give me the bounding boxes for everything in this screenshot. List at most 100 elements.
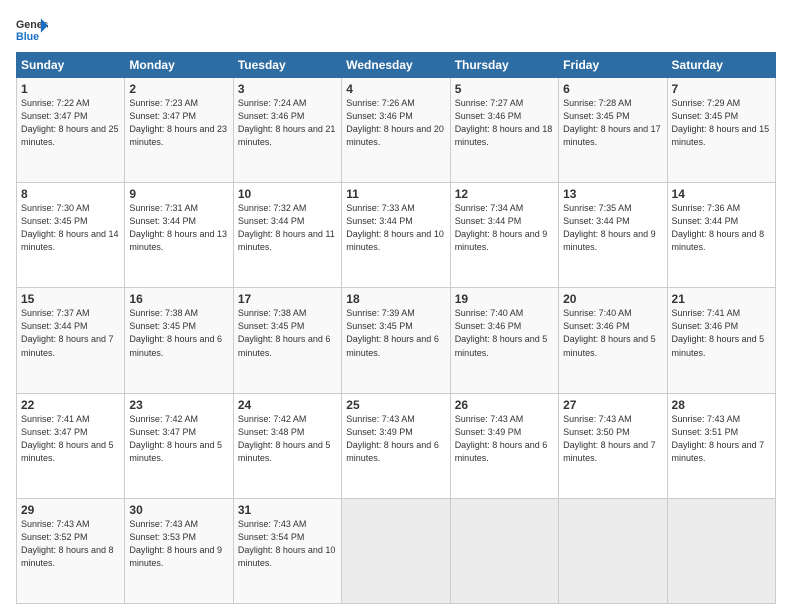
calendar-cell: 9Sunrise: 7:31 AMSunset: 3:44 PMDaylight… [125, 183, 233, 288]
svg-text:Blue: Blue [16, 31, 39, 43]
day-info: Sunrise: 7:29 AMSunset: 3:45 PMDaylight:… [672, 97, 771, 149]
calendar-header-row: SundayMondayTuesdayWednesdayThursdayFrid… [17, 53, 776, 78]
day-info: Sunrise: 7:31 AMSunset: 3:44 PMDaylight:… [129, 202, 228, 254]
day-info: Sunrise: 7:43 AMSunset: 3:49 PMDaylight:… [346, 413, 445, 465]
day-number: 29 [21, 503, 120, 517]
calendar-cell: 13Sunrise: 7:35 AMSunset: 3:44 PMDayligh… [559, 183, 667, 288]
calendar-week-5: 29Sunrise: 7:43 AMSunset: 3:52 PMDayligh… [17, 498, 776, 603]
day-info: Sunrise: 7:43 AMSunset: 3:54 PMDaylight:… [238, 518, 337, 570]
calendar-cell: 20Sunrise: 7:40 AMSunset: 3:46 PMDayligh… [559, 288, 667, 393]
day-number: 31 [238, 503, 337, 517]
day-number: 22 [21, 398, 120, 412]
day-number: 1 [21, 82, 120, 96]
calendar-cell: 26Sunrise: 7:43 AMSunset: 3:49 PMDayligh… [450, 393, 558, 498]
calendar-cell: 14Sunrise: 7:36 AMSunset: 3:44 PMDayligh… [667, 183, 775, 288]
day-info: Sunrise: 7:32 AMSunset: 3:44 PMDaylight:… [238, 202, 337, 254]
day-info: Sunrise: 7:43 AMSunset: 3:52 PMDaylight:… [21, 518, 120, 570]
logo-icon: General Blue [16, 16, 48, 44]
day-number: 27 [563, 398, 662, 412]
day-number: 20 [563, 292, 662, 306]
day-info: Sunrise: 7:35 AMSunset: 3:44 PMDaylight:… [563, 202, 662, 254]
day-number: 2 [129, 82, 228, 96]
day-info: Sunrise: 7:40 AMSunset: 3:46 PMDaylight:… [563, 307, 662, 359]
calendar-week-1: 1Sunrise: 7:22 AMSunset: 3:47 PMDaylight… [17, 78, 776, 183]
day-number: 11 [346, 187, 445, 201]
day-number: 19 [455, 292, 554, 306]
header-day-saturday: Saturday [667, 53, 775, 78]
day-info: Sunrise: 7:27 AMSunset: 3:46 PMDaylight:… [455, 97, 554, 149]
calendar-cell: 11Sunrise: 7:33 AMSunset: 3:44 PMDayligh… [342, 183, 450, 288]
day-number: 25 [346, 398, 445, 412]
day-number: 28 [672, 398, 771, 412]
calendar-table: SundayMondayTuesdayWednesdayThursdayFrid… [16, 52, 776, 604]
calendar-cell: 2Sunrise: 7:23 AMSunset: 3:47 PMDaylight… [125, 78, 233, 183]
calendar-cell: 27Sunrise: 7:43 AMSunset: 3:50 PMDayligh… [559, 393, 667, 498]
day-number: 6 [563, 82, 662, 96]
calendar-cell: 6Sunrise: 7:28 AMSunset: 3:45 PMDaylight… [559, 78, 667, 183]
calendar-cell: 31Sunrise: 7:43 AMSunset: 3:54 PMDayligh… [233, 498, 341, 603]
day-number: 3 [238, 82, 337, 96]
day-info: Sunrise: 7:42 AMSunset: 3:47 PMDaylight:… [129, 413, 228, 465]
day-number: 9 [129, 187, 228, 201]
day-info: Sunrise: 7:41 AMSunset: 3:46 PMDaylight:… [672, 307, 771, 359]
day-info: Sunrise: 7:39 AMSunset: 3:45 PMDaylight:… [346, 307, 445, 359]
calendar-cell: 16Sunrise: 7:38 AMSunset: 3:45 PMDayligh… [125, 288, 233, 393]
day-number: 26 [455, 398, 554, 412]
day-info: Sunrise: 7:26 AMSunset: 3:46 PMDaylight:… [346, 97, 445, 149]
header-day-sunday: Sunday [17, 53, 125, 78]
calendar-cell: 5Sunrise: 7:27 AMSunset: 3:46 PMDaylight… [450, 78, 558, 183]
header-day-thursday: Thursday [450, 53, 558, 78]
header-day-monday: Monday [125, 53, 233, 78]
calendar-cell: 18Sunrise: 7:39 AMSunset: 3:45 PMDayligh… [342, 288, 450, 393]
calendar-cell: 8Sunrise: 7:30 AMSunset: 3:45 PMDaylight… [17, 183, 125, 288]
calendar-cell: 10Sunrise: 7:32 AMSunset: 3:44 PMDayligh… [233, 183, 341, 288]
calendar-cell: 7Sunrise: 7:29 AMSunset: 3:45 PMDaylight… [667, 78, 775, 183]
day-number: 21 [672, 292, 771, 306]
day-number: 10 [238, 187, 337, 201]
day-number: 13 [563, 187, 662, 201]
day-number: 4 [346, 82, 445, 96]
calendar-cell [450, 498, 558, 603]
page: General Blue SundayMondayTuesdayWednesda… [0, 0, 792, 612]
header-day-friday: Friday [559, 53, 667, 78]
day-number: 7 [672, 82, 771, 96]
calendar-cell: 21Sunrise: 7:41 AMSunset: 3:46 PMDayligh… [667, 288, 775, 393]
day-number: 18 [346, 292, 445, 306]
calendar-week-3: 15Sunrise: 7:37 AMSunset: 3:44 PMDayligh… [17, 288, 776, 393]
calendar-cell: 28Sunrise: 7:43 AMSunset: 3:51 PMDayligh… [667, 393, 775, 498]
calendar-cell [342, 498, 450, 603]
day-info: Sunrise: 7:34 AMSunset: 3:44 PMDaylight:… [455, 202, 554, 254]
day-info: Sunrise: 7:37 AMSunset: 3:44 PMDaylight:… [21, 307, 120, 359]
calendar-cell: 30Sunrise: 7:43 AMSunset: 3:53 PMDayligh… [125, 498, 233, 603]
day-info: Sunrise: 7:23 AMSunset: 3:47 PMDaylight:… [129, 97, 228, 149]
day-info: Sunrise: 7:36 AMSunset: 3:44 PMDaylight:… [672, 202, 771, 254]
header-day-wednesday: Wednesday [342, 53, 450, 78]
day-number: 24 [238, 398, 337, 412]
day-info: Sunrise: 7:33 AMSunset: 3:44 PMDaylight:… [346, 202, 445, 254]
calendar-cell: 25Sunrise: 7:43 AMSunset: 3:49 PMDayligh… [342, 393, 450, 498]
day-number: 14 [672, 187, 771, 201]
calendar-cell: 23Sunrise: 7:42 AMSunset: 3:47 PMDayligh… [125, 393, 233, 498]
calendar-cell: 15Sunrise: 7:37 AMSunset: 3:44 PMDayligh… [17, 288, 125, 393]
calendar-cell: 1Sunrise: 7:22 AMSunset: 3:47 PMDaylight… [17, 78, 125, 183]
day-info: Sunrise: 7:24 AMSunset: 3:46 PMDaylight:… [238, 97, 337, 149]
day-info: Sunrise: 7:38 AMSunset: 3:45 PMDaylight:… [238, 307, 337, 359]
logo: General Blue [16, 16, 48, 44]
day-number: 8 [21, 187, 120, 201]
header-day-tuesday: Tuesday [233, 53, 341, 78]
day-number: 17 [238, 292, 337, 306]
calendar-cell: 12Sunrise: 7:34 AMSunset: 3:44 PMDayligh… [450, 183, 558, 288]
calendar-cell: 3Sunrise: 7:24 AMSunset: 3:46 PMDaylight… [233, 78, 341, 183]
day-info: Sunrise: 7:43 AMSunset: 3:51 PMDaylight:… [672, 413, 771, 465]
day-info: Sunrise: 7:43 AMSunset: 3:53 PMDaylight:… [129, 518, 228, 570]
day-info: Sunrise: 7:30 AMSunset: 3:45 PMDaylight:… [21, 202, 120, 254]
day-info: Sunrise: 7:43 AMSunset: 3:49 PMDaylight:… [455, 413, 554, 465]
day-number: 16 [129, 292, 228, 306]
day-info: Sunrise: 7:40 AMSunset: 3:46 PMDaylight:… [455, 307, 554, 359]
day-number: 30 [129, 503, 228, 517]
calendar-cell [559, 498, 667, 603]
calendar-cell [667, 498, 775, 603]
calendar-cell: 4Sunrise: 7:26 AMSunset: 3:46 PMDaylight… [342, 78, 450, 183]
day-number: 23 [129, 398, 228, 412]
day-info: Sunrise: 7:38 AMSunset: 3:45 PMDaylight:… [129, 307, 228, 359]
